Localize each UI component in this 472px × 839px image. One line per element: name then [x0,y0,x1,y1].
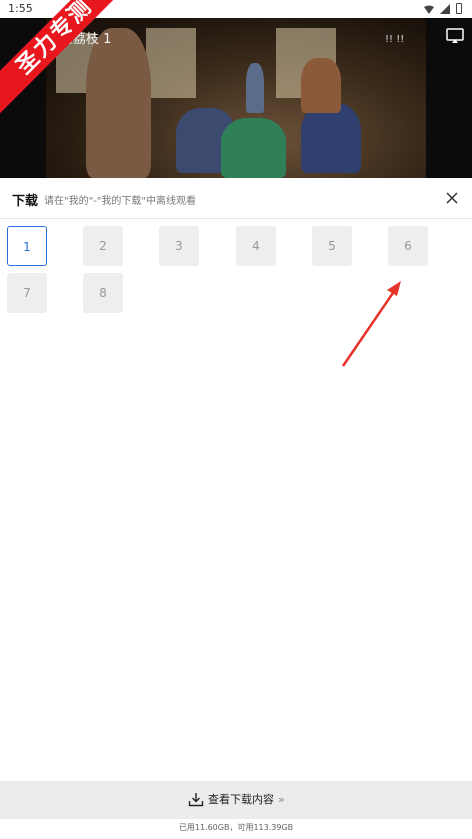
view-downloads-label: 查看下载内容 [208,793,274,806]
download-title: 下载 [12,194,39,209]
battery-icon [456,3,462,14]
status-time: 1:55 [8,2,33,15]
view-downloads-button[interactable]: 查看下载内容 » [188,791,285,807]
video-window-center [146,28,196,98]
figure-background-1 [246,63,264,113]
video-overlay-text: !! !! [385,34,405,45]
figure-background-2 [301,58,341,113]
episode-button-4[interactable]: 4 [236,226,276,266]
episode-button-8[interactable]: 8 [83,273,123,313]
episode-button-7[interactable]: 7 [7,273,47,313]
download-icon [188,791,204,807]
episode-button-6[interactable]: 6 [388,226,428,266]
wifi-icon [424,4,434,14]
figure-seated-right [301,103,361,173]
cast-icon[interactable] [446,28,464,44]
episode-button-5[interactable]: 5 [312,226,352,266]
status-icons [424,3,462,14]
episode-button-1[interactable]: 1 [7,226,47,266]
figure-green [221,118,286,178]
signal-icon [440,3,450,14]
chevron-right-icon: » [278,792,285,806]
bottom-bar: 查看下载内容 » [0,781,472,819]
download-panel-header: 下载 请在"我的"-"我的下载"中离线观看 [0,178,472,219]
storage-info: 已用11.60GB，可用113.39GB [178,823,294,832]
figure-standing [86,28,151,178]
download-hint: 请在"我的"-"我的下载"中离线观看 [44,196,197,207]
episode-button-2[interactable]: 2 [83,226,123,266]
close-icon[interactable] [442,188,462,208]
episode-button-3[interactable]: 3 [159,226,199,266]
